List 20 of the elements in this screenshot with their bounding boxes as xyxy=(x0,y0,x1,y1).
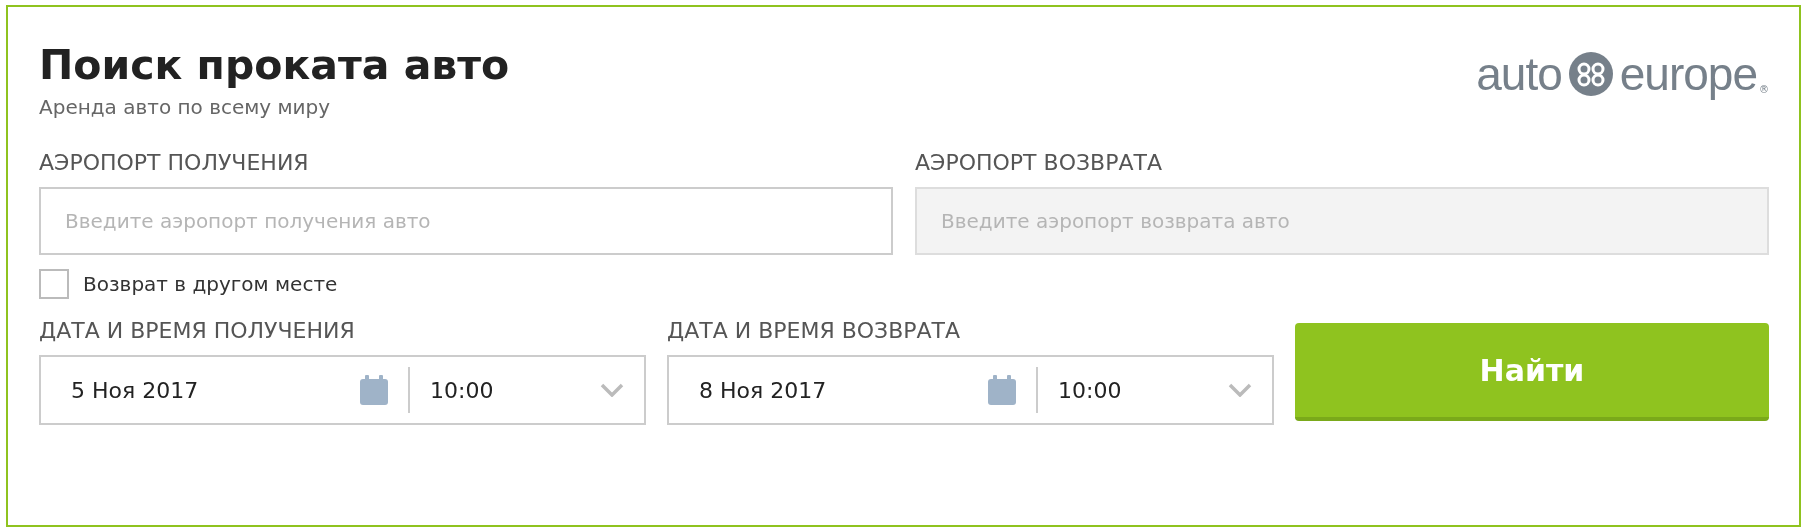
logo-icon xyxy=(1567,51,1614,97)
registered-mark: ® xyxy=(1759,84,1769,95)
calendar-icon xyxy=(360,375,388,405)
calendar-icon xyxy=(988,375,1016,405)
checkbox[interactable] xyxy=(39,269,69,299)
field-label: ДАТА И ВРЕМЯ ПОЛУЧЕНИЯ xyxy=(39,317,356,345)
date-field[interactable]: 5 Ноя 2017 xyxy=(41,377,360,403)
logo-text: auto xyxy=(1476,51,1562,97)
time-select[interactable]: 10:00 xyxy=(410,377,600,403)
subtitle: Аренда авто по всему миру xyxy=(39,95,332,119)
date-field[interactable]: 8 Ноя 2017 xyxy=(669,377,988,403)
time-select[interactable]: 10:00 xyxy=(1038,377,1228,403)
checkbox-label: Возврат в другом месте xyxy=(83,272,338,296)
field-label: АЭРОПОРТ ПОЛУЧЕНИЯ xyxy=(39,149,310,177)
field-label: АЭРОПОРТ ВОЗВРАТА xyxy=(915,149,1163,177)
chevron-down-icon xyxy=(1228,383,1252,397)
chevron-down-icon xyxy=(600,383,624,397)
airport-field[interactable]: Введите аэропорт получения авто xyxy=(39,187,893,255)
page-title: Поиск проката авто xyxy=(39,40,510,91)
field-label: ДАТА И ВРЕМЯ ВОЗВРАТА xyxy=(667,317,962,345)
